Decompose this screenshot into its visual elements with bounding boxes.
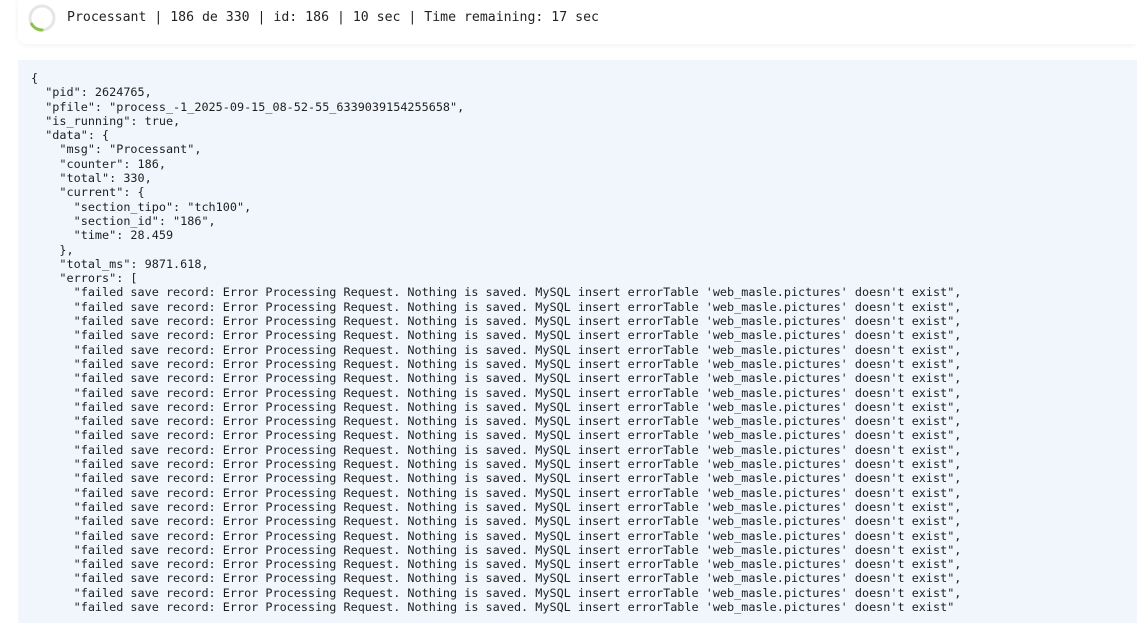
json-line: "failed save record: Error Processing Re… [31,314,962,329]
json-line: "failed save record: Error Processing Re… [31,342,962,357]
json-line: "failed save record: Error Processing Re… [31,399,962,414]
loading-spinner-icon [28,4,56,32]
json-line: "msg": "Processant", [31,142,202,157]
json-line: "failed save record: Error Processing Re… [31,457,962,472]
process-json-output-panel: { "pid": 2624765, "pfile": "process_-1_2… [18,60,1137,623]
json-line: "data": { [31,128,110,143]
json-line: "section_id": "186", [31,213,216,228]
json-line: "time": 28.459 [31,228,174,243]
json-line: "failed save record: Error Processing Re… [31,599,955,614]
json-line: "section_tipo": "tch100", [31,199,252,214]
progress-status-text: Processant | 186 de 330 | id: 186 | 10 s… [67,10,599,25]
json-line: "counter": 186, [31,156,166,171]
json-line: "is_running": true, [31,113,181,128]
json-line: "pfile": "process_-1_2025-09-15_08-52-55… [31,99,465,114]
json-line: "failed save record: Error Processing Re… [31,471,962,486]
json-line: "failed save record: Error Processing Re… [31,414,962,429]
json-line: "current": { [31,185,145,200]
json-line: "failed save record: Error Processing Re… [31,299,962,314]
json-line: "failed save record: Error Processing Re… [31,499,962,514]
json-output-text: { "pid": 2624765, "pfile": "process_-1_2… [31,71,961,614]
json-line: "failed save record: Error Processing Re… [31,356,962,371]
json-line: "failed save record: Error Processing Re… [31,542,962,557]
json-line: "failed save record: Error Processing Re… [31,514,962,529]
json-line: "errors": [ [31,271,138,286]
json-line: "failed save record: Error Processing Re… [31,557,962,572]
json-line: "failed save record: Error Processing Re… [31,528,962,543]
json-line: "pid": 2624765, [31,85,152,100]
json-line: "failed save record: Error Processing Re… [31,285,962,300]
json-line: "failed save record: Error Processing Re… [31,442,962,457]
json-line: "total": 330, [31,171,152,186]
json-line: "failed save record: Error Processing Re… [31,585,962,600]
json-line: "failed save record: Error Processing Re… [31,385,962,400]
progress-status-bar: Processant | 186 de 330 | id: 186 | 10 s… [18,0,1137,44]
json-line: "failed save record: Error Processing Re… [31,485,962,500]
json-line: "failed save record: Error Processing Re… [31,571,962,586]
json-line: { [31,71,39,85]
json-line: "failed save record: Error Processing Re… [31,328,962,343]
json-line: "failed save record: Error Processing Re… [31,428,962,443]
json-line: "failed save record: Error Processing Re… [31,371,962,386]
json-line: }, [31,242,74,257]
json-line: "total_ms": 9871.618, [31,256,209,271]
